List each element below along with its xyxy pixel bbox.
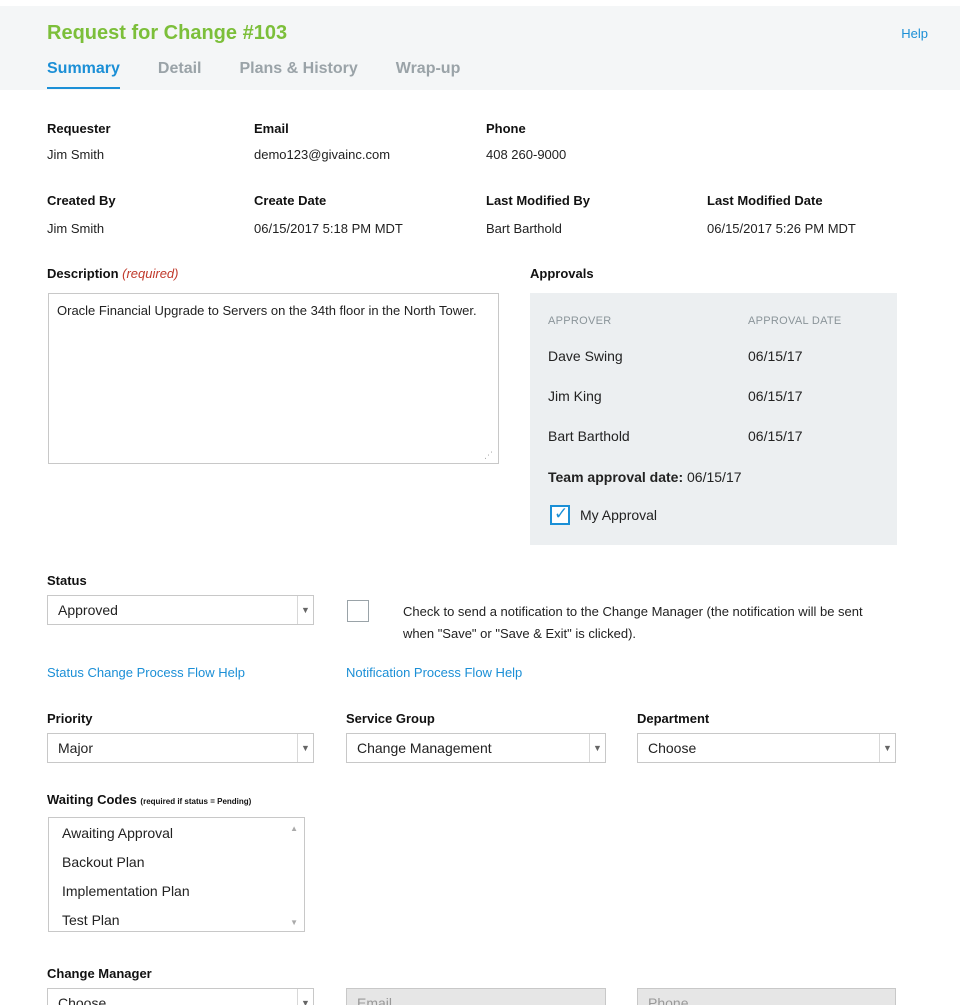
list-item[interactable]: Implementation Plan <box>49 880 304 909</box>
description-label: Description (required) <box>47 266 179 281</box>
change-manager-select[interactable]: Choose ▼ <box>47 988 314 1005</box>
requester-value: Jim Smith <box>47 147 104 162</box>
resize-grip-icon[interactable]: ⋰ <box>484 450 494 460</box>
last-modified-date-label: Last Modified Date <box>707 193 823 208</box>
email-value: demo123@givainc.com <box>254 147 390 162</box>
tab-summary[interactable]: Summary <box>47 60 120 89</box>
tab-bar: Summary Detail Plans & History Wrap-up <box>47 60 460 89</box>
notify-change-manager-checkbox[interactable] <box>347 600 369 622</box>
chevron-down-icon: ▼ <box>589 734 605 762</box>
approver-name: Jim King <box>548 388 602 404</box>
approver-column-header: APPROVER <box>548 315 612 327</box>
team-approval-label: Team approval date: <box>548 469 683 485</box>
phone-value: 408 260-9000 <box>486 147 566 162</box>
list-item[interactable]: Test Plan <box>49 909 304 938</box>
page-title: Request for Change #103 <box>47 22 287 45</box>
list-item[interactable]: Backout Plan <box>49 851 304 880</box>
description-textarea[interactable]: Oracle Financial Upgrade to Servers on t… <box>48 293 499 464</box>
last-modified-date-value: 06/15/2017 5:26 PM MDT <box>707 221 856 236</box>
my-approval-label: My Approval <box>580 507 657 523</box>
required-indicator: (required) <box>122 266 178 281</box>
change-manager-phone-field: Phone <box>637 988 896 1005</box>
notify-description: Check to send a notification to the Chan… <box>403 601 873 645</box>
created-by-value: Jim Smith <box>47 221 104 236</box>
create-date-label: Create Date <box>254 193 326 208</box>
notification-help-link[interactable]: Notification Process Flow Help <box>346 665 522 680</box>
chevron-down-icon: ▼ <box>297 734 313 762</box>
tab-wrap-up[interactable]: Wrap-up <box>396 60 461 89</box>
chevron-down-icon: ▼ <box>297 596 313 624</box>
waiting-codes-label: Waiting Codes (required if status = Pend… <box>47 792 251 807</box>
service-group-select-value: Change Management <box>357 740 492 756</box>
department-select-value: Choose <box>648 740 696 756</box>
change-manager-email-field: Email <box>346 988 606 1005</box>
help-link[interactable]: Help <box>901 26 928 41</box>
checkmark-icon: ✓ <box>554 504 568 524</box>
scroll-up-icon[interactable]: ▲ <box>290 824 298 833</box>
waiting-codes-label-text: Waiting Codes <box>47 792 137 807</box>
approval-date-column-header: APPROVAL DATE <box>748 315 842 327</box>
status-select-value: Approved <box>58 602 118 618</box>
department-select[interactable]: Choose ▼ <box>637 733 896 763</box>
last-modified-by-value: Bart Barthold <box>486 221 562 236</box>
status-change-help-link[interactable]: Status Change Process Flow Help <box>47 665 245 680</box>
last-modified-by-label: Last Modified By <box>486 193 590 208</box>
approval-date: 06/15/17 <box>748 348 803 364</box>
phone-placeholder: Phone <box>648 995 688 1005</box>
email-placeholder: Email <box>357 995 392 1005</box>
priority-select[interactable]: Major ▼ <box>47 733 314 763</box>
scroll-down-icon[interactable]: ▼ <box>290 918 298 927</box>
created-by-label: Created By <box>47 193 116 208</box>
priority-label: Priority <box>47 711 93 726</box>
status-label: Status <box>47 573 87 588</box>
requester-label: Requester <box>47 121 111 136</box>
approval-date: 06/15/17 <box>748 428 803 444</box>
list-item[interactable]: Awaiting Approval <box>49 822 304 851</box>
approvals-label: Approvals <box>530 266 594 281</box>
change-manager-select-value: Choose <box>58 995 106 1005</box>
page-header: Request for Change #103 Help Summary Det… <box>0 6 960 90</box>
tab-detail[interactable]: Detail <box>158 60 202 89</box>
waiting-codes-note: (required if status = Pending) <box>140 797 251 806</box>
description-label-text: Description <box>47 266 119 281</box>
my-approval-checkbox[interactable]: ✓ <box>550 505 570 525</box>
email-label: Email <box>254 121 289 136</box>
status-select[interactable]: Approved ▼ <box>47 595 314 625</box>
approval-date: 06/15/17 <box>748 388 803 404</box>
approvals-panel: APPROVER APPROVAL DATE Dave Swing 06/15/… <box>530 293 897 545</box>
chevron-down-icon: ▼ <box>879 734 895 762</box>
approver-name: Dave Swing <box>548 348 623 364</box>
phone-label: Phone <box>486 121 526 136</box>
waiting-codes-listbox[interactable]: Awaiting Approval Backout Plan Implement… <box>48 817 305 932</box>
tab-plans-history[interactable]: Plans & History <box>240 60 358 89</box>
service-group-select[interactable]: Change Management ▼ <box>346 733 606 763</box>
department-label: Department <box>637 711 709 726</box>
service-group-label: Service Group <box>346 711 435 726</box>
change-manager-label: Change Manager <box>47 966 152 981</box>
chevron-down-icon: ▼ <box>297 989 313 1005</box>
team-approval-date: Team approval date: 06/15/17 <box>548 469 742 485</box>
priority-select-value: Major <box>58 740 93 756</box>
team-approval-value: 06/15/17 <box>687 469 742 485</box>
create-date-value: 06/15/2017 5:18 PM MDT <box>254 221 403 236</box>
approver-name: Bart Barthold <box>548 428 630 444</box>
